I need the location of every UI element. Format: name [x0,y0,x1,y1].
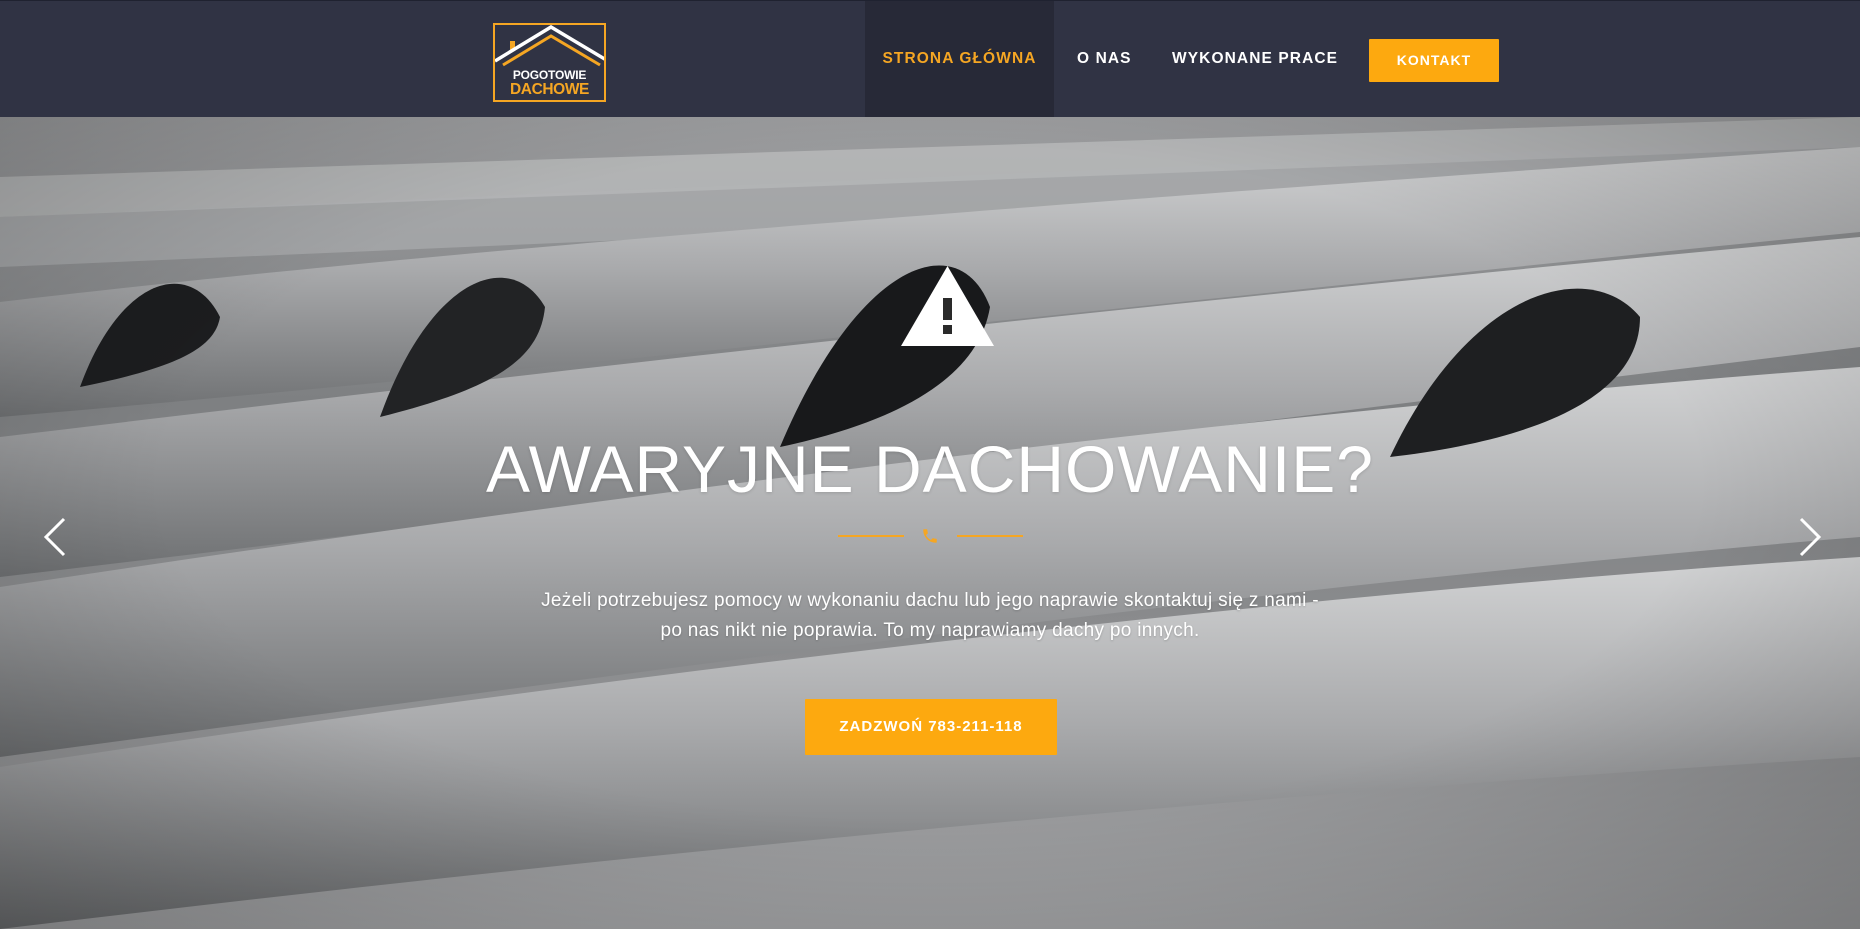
hero-description: Jeżeli potrzebujesz pomocy w wykonaniu d… [480,586,1380,646]
divider-line-left [838,535,904,537]
chevron-right-icon[interactable] [1795,515,1825,559]
hero-slider: AWARYJNE DACHOWANIE? Jeżeli potrzebujesz… [0,117,1860,929]
logo[interactable]: POGOTOWIE DACHOWE [493,23,606,102]
divider-line-right [957,535,1023,537]
hero-title: AWARYJNE DACHOWANIE? [486,432,1374,506]
warning-icon [901,266,994,346]
hero-description-line-1: Jeżeli potrzebujesz pomocy w wykonaniu d… [541,590,1319,611]
logo-text-bottom: DACHOWE [510,81,589,98]
phone-icon [923,529,937,543]
nav-home[interactable]: STRONA GŁÓWNA [865,1,1054,117]
chevron-left-icon[interactable] [40,515,70,559]
site-header: POGOTOWIE DACHOWE STRONA GŁÓWNA O NAS WY… [0,0,1860,117]
hero-description-line-2: po nas nikt nie poprawia. To my naprawia… [660,620,1200,641]
nav-works[interactable]: WYKONANE PRACE [1172,1,1338,117]
nav-about[interactable]: O NAS [1077,1,1132,117]
contact-button[interactable]: KONTAKT [1369,39,1499,82]
roof-sheet-background [0,117,1860,929]
call-button[interactable]: ZADZWOŃ 783-211-118 [805,699,1057,755]
